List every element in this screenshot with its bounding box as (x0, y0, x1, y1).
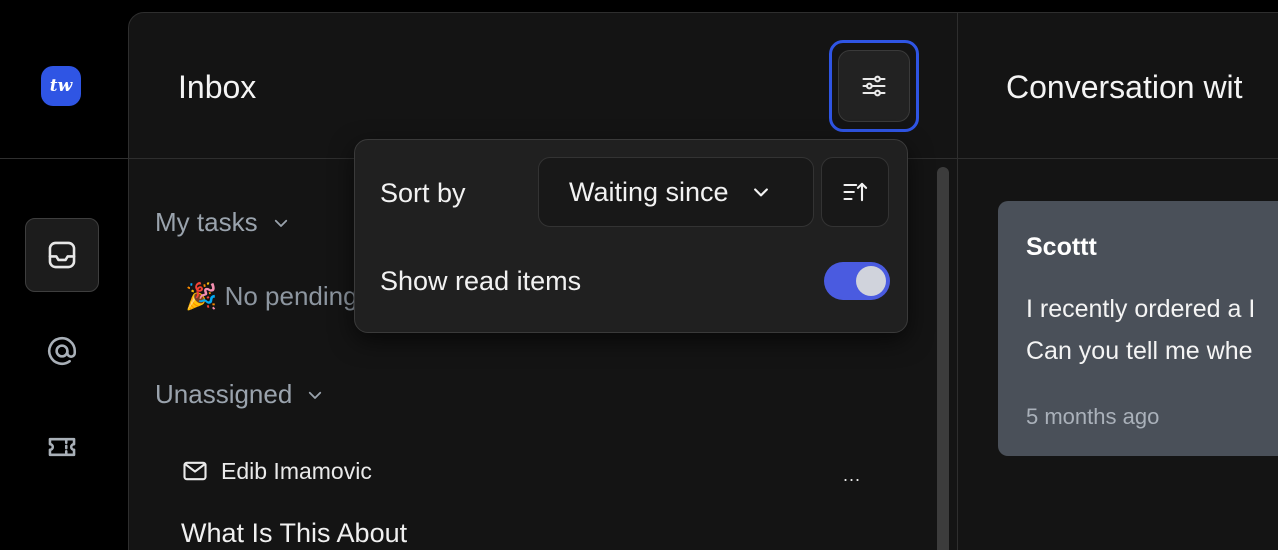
app-window: tw Inbox My tasks 🎉 No pending Unassigne… (0, 0, 1278, 550)
list-item[interactable]: Edib Imamovic (181, 457, 372, 485)
rail-divider (0, 158, 128, 159)
left-rail: tw (0, 0, 128, 550)
mail-icon (183, 461, 207, 481)
section-unassigned[interactable]: Unassigned (155, 379, 324, 410)
inbox-scrollbar[interactable] (937, 167, 949, 550)
conversation-header-divider (958, 158, 1278, 159)
sliders-icon (862, 75, 886, 97)
ticket-icon (48, 437, 76, 457)
chevron-down-icon (274, 219, 287, 227)
filter-button[interactable] (838, 50, 910, 122)
chevron-down-icon (753, 188, 768, 197)
filter-popover: Sort by Waiting since Show read items (354, 139, 908, 333)
sort-by-value: Waiting since (569, 176, 729, 207)
list-item-more[interactable]: ... (843, 465, 861, 486)
conversation-title: Conversation wit (1006, 69, 1243, 105)
sort-by-label: Sort by (380, 178, 466, 208)
list-item-sender: Edib Imamovic (221, 457, 372, 484)
inbox-icon (48, 241, 76, 269)
sort-ascending-icon (843, 182, 868, 202)
conversation-panel: Conversation wit Scottt I recently order… (957, 12, 1278, 550)
chevron-down-icon (309, 391, 322, 399)
message-author: Scottt (1026, 233, 1097, 261)
message-line-1: I recently ordered a I (1026, 295, 1256, 323)
list-item-subject[interactable]: What Is This About (181, 518, 407, 549)
show-read-items-label: Show read items (380, 266, 582, 296)
app-logo[interactable]: tw (41, 66, 81, 106)
sort-direction-button[interactable] (821, 157, 889, 227)
sort-by-select[interactable]: Waiting since (538, 157, 814, 227)
section-my-tasks-label: My tasks (155, 207, 258, 237)
rail-item-mentions[interactable] (25, 314, 99, 388)
section-unassigned-label: Unassigned (155, 379, 293, 409)
inbox-title: Inbox (178, 69, 257, 105)
rail-item-inbox[interactable] (25, 218, 99, 292)
rail-item-tickets[interactable] (25, 410, 99, 484)
toggle-knob (856, 266, 886, 296)
show-read-items-toggle[interactable] (824, 262, 890, 300)
at-icon (48, 336, 77, 366)
message-timestamp: 5 months ago (1026, 404, 1160, 429)
message-card[interactable]: Scottt I recently ordered a I Can you te… (998, 201, 1278, 456)
message-line-2: Can you tell me whe (1026, 337, 1253, 365)
section-my-tasks[interactable]: My tasks (155, 207, 290, 238)
my-tasks-empty-note: 🎉 No pending (185, 281, 358, 311)
